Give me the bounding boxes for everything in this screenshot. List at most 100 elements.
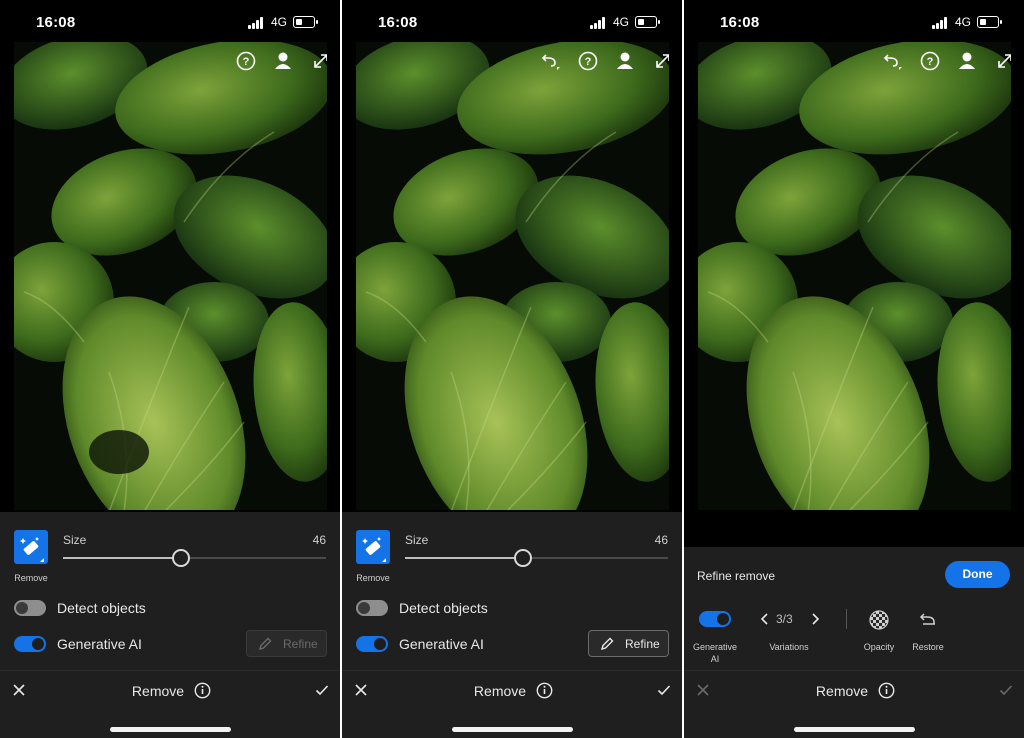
- leaf-photo: [14, 42, 327, 510]
- detect-objects-toggle[interactable]: [14, 600, 46, 616]
- photo-canvas[interactable]: ?: [14, 42, 327, 510]
- undo-icon[interactable]: [539, 50, 561, 72]
- status-time: 16:08: [720, 14, 760, 31]
- generative-ai-toggle[interactable]: [699, 611, 731, 627]
- detect-objects-label: Detect objects: [399, 600, 488, 616]
- info-icon[interactable]: [536, 682, 553, 699]
- help-icon[interactable]: ?: [577, 50, 599, 72]
- generative-ai-label-2: AI: [710, 654, 720, 664]
- home-indicator[interactable]: [110, 727, 231, 732]
- remove-tool-label: Remove: [14, 573, 48, 583]
- battery-icon: [293, 16, 318, 28]
- photo-canvas[interactable]: ?: [698, 42, 1011, 510]
- phone-screen-1: 16:08 4G ? Size 46 Detect objects Genera…: [0, 0, 340, 738]
- bottom-title: Remove: [815, 683, 869, 699]
- help-icon[interactable]: ?: [919, 50, 941, 72]
- photo-canvas[interactable]: ?: [356, 42, 669, 510]
- remove-panel: Size 46 Detect objects Generative AI Ref…: [342, 512, 682, 670]
- home-indicator[interactable]: [794, 727, 915, 732]
- refine-button[interactable]: Refine: [588, 630, 669, 657]
- expand-icon[interactable]: [994, 50, 1011, 72]
- pencil-icon: [600, 637, 614, 651]
- home-indicator[interactable]: [452, 727, 573, 732]
- variations-label: Variations: [769, 642, 809, 652]
- remove-tool-button[interactable]: [356, 530, 390, 564]
- battery-icon: [635, 16, 660, 28]
- chevron-right-icon[interactable]: [808, 612, 822, 626]
- generative-ai-toggle[interactable]: [356, 636, 388, 652]
- network-label: 4G: [271, 15, 288, 29]
- remove-tool-icon: [20, 537, 44, 562]
- expand-icon[interactable]: [310, 50, 327, 72]
- svg-text:?: ?: [927, 56, 934, 68]
- status-bar: 16:08 4G: [0, 0, 340, 42]
- check-icon[interactable]: [657, 683, 671, 697]
- restore-icon[interactable]: [917, 609, 939, 631]
- variation-count: 3/3: [776, 612, 793, 626]
- detect-objects-toggle[interactable]: [356, 600, 388, 616]
- profile-icon[interactable]: [614, 50, 636, 72]
- size-label: Size: [63, 533, 87, 547]
- remove-tool-icon: [362, 537, 386, 562]
- opacity-label: Opacity: [863, 642, 895, 652]
- divider: [846, 609, 847, 629]
- size-slider-fill: [63, 557, 182, 559]
- size-label: Size: [405, 533, 429, 547]
- phone-screen-2: 16:08 4G ? Size 46 Detect objects Genera…: [342, 0, 682, 738]
- signal-icon: [932, 17, 950, 29]
- detect-objects-label: Detect objects: [57, 600, 146, 616]
- size-value: 46: [312, 533, 326, 547]
- undo-icon[interactable]: [881, 50, 903, 72]
- refine-remove-title: Refine remove: [697, 569, 776, 583]
- remove-tool-button[interactable]: [14, 530, 48, 564]
- check-icon[interactable]: [999, 683, 1013, 697]
- size-slider-thumb[interactable]: [172, 549, 191, 567]
- chevron-left-icon[interactable]: [758, 612, 772, 626]
- check-icon[interactable]: [315, 683, 329, 697]
- svg-text:?: ?: [243, 56, 250, 68]
- size-slider-thumb[interactable]: [514, 549, 533, 567]
- signal-icon: [248, 17, 266, 29]
- leaf-photo: [698, 42, 1011, 510]
- status-bar: 16:08 4G: [684, 0, 1024, 42]
- refine-button-label: Refine: [283, 637, 318, 651]
- profile-icon[interactable]: [956, 50, 978, 72]
- profile-icon[interactable]: [272, 50, 294, 72]
- generative-ai-toggle[interactable]: [14, 636, 46, 652]
- status-bar: 16:08 4G: [342, 0, 682, 42]
- remove-panel: Size 46 Detect objects Generative AI Ref…: [0, 512, 340, 670]
- svg-text:?: ?: [585, 56, 592, 68]
- network-label: 4G: [613, 15, 630, 29]
- bottom-bar: Remove: [684, 670, 1024, 738]
- remove-tool-label: Remove: [356, 573, 390, 583]
- info-icon[interactable]: [194, 682, 211, 699]
- bottom-bar: Remove: [0, 670, 340, 738]
- pencil-icon: [258, 637, 272, 651]
- battery-icon: [977, 16, 1002, 28]
- generative-ai-label: Generative AI: [57, 636, 142, 652]
- refine-panel: Refine remove Done Generative AI 3/3 Var…: [684, 547, 1024, 670]
- restore-label: Restore: [912, 642, 944, 652]
- bottom-title: Remove: [131, 683, 185, 699]
- info-icon[interactable]: [878, 682, 895, 699]
- generative-ai-label-1: Generative: [692, 642, 738, 652]
- leaf-photo: [356, 42, 669, 510]
- done-button[interactable]: Done: [945, 561, 1010, 588]
- bottom-title: Remove: [473, 683, 527, 699]
- bottom-bar: Remove: [342, 670, 682, 738]
- size-slider[interactable]: [405, 549, 668, 567]
- status-time: 16:08: [378, 14, 418, 31]
- help-icon[interactable]: ?: [235, 50, 257, 72]
- size-slider[interactable]: [63, 549, 326, 567]
- generative-ai-label: Generative AI: [399, 636, 484, 652]
- phone-screen-3: 16:08 4G ? Refine remove Done Generative…: [684, 0, 1024, 738]
- signal-icon: [590, 17, 608, 29]
- opacity-icon[interactable]: [868, 609, 890, 631]
- expand-icon[interactable]: [652, 50, 669, 72]
- refine-button[interactable]: Refine: [246, 630, 327, 657]
- refine-button-label: Refine: [625, 637, 660, 651]
- size-value: 46: [654, 533, 668, 547]
- network-label: 4G: [955, 15, 972, 29]
- size-slider-fill: [405, 557, 524, 559]
- status-time: 16:08: [36, 14, 76, 31]
